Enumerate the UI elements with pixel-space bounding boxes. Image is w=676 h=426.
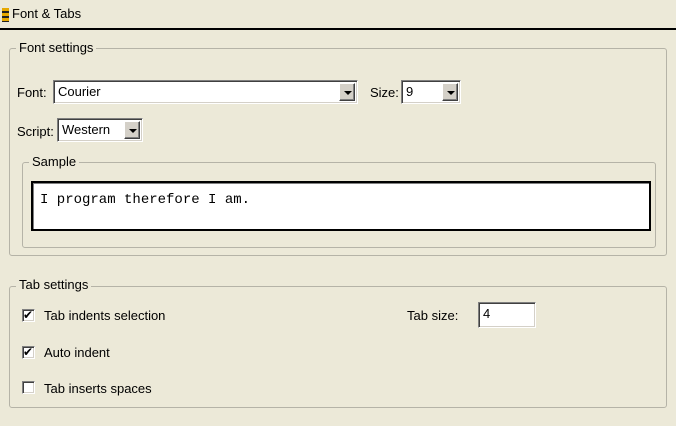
size-dropdown[interactable]: 9 (401, 80, 461, 104)
auto-indent-checkbox[interactable]: ✔ (22, 345, 35, 359)
font-dropdown-value: Courier (58, 84, 101, 99)
script-label: Script: (17, 124, 54, 139)
tab-size-label: Tab size: (407, 308, 459, 323)
font-dropdown[interactable]: Courier (53, 80, 358, 104)
panel-title: Font & Tabs (12, 6, 82, 21)
chevron-down-icon (129, 129, 137, 133)
hazard-stripe-icon (2, 8, 9, 22)
sample-legend: Sample (29, 154, 80, 169)
size-dropdown-value: 9 (406, 84, 414, 99)
tab-size-value: 4 (483, 306, 491, 321)
sample-text: I program therefore I am. (40, 192, 251, 208)
tab-size-input[interactable]: 4 (478, 302, 536, 328)
script-dropdown-button[interactable] (124, 121, 140, 139)
tab-settings-legend: Tab settings (16, 277, 92, 292)
chevron-down-icon (447, 91, 455, 95)
sample-preview: I program therefore I am. (31, 181, 651, 231)
size-dropdown-button[interactable] (442, 83, 458, 101)
chevron-down-icon (344, 91, 352, 95)
tab-indents-selection-label: Tab indents selection (44, 308, 166, 323)
font-dropdown-button[interactable] (339, 83, 355, 101)
checkmark-icon: ✔ (23, 308, 34, 322)
auto-indent-label: Auto indent (44, 345, 110, 360)
size-label: Size: (370, 85, 399, 100)
tab-inserts-spaces-label: Tab inserts spaces (44, 381, 152, 396)
checkmark-icon: ✔ (23, 345, 34, 359)
tab-inserts-spaces-checkbox[interactable] (22, 381, 35, 394)
font-settings-legend: Font settings (16, 40, 97, 55)
panel-header: Font & Tabs (0, 0, 676, 30)
script-dropdown[interactable]: Western (57, 118, 143, 142)
font-label: Font: (17, 85, 47, 100)
script-dropdown-value: Western (62, 122, 111, 137)
tab-indents-selection-checkbox[interactable]: ✔ (22, 308, 35, 322)
